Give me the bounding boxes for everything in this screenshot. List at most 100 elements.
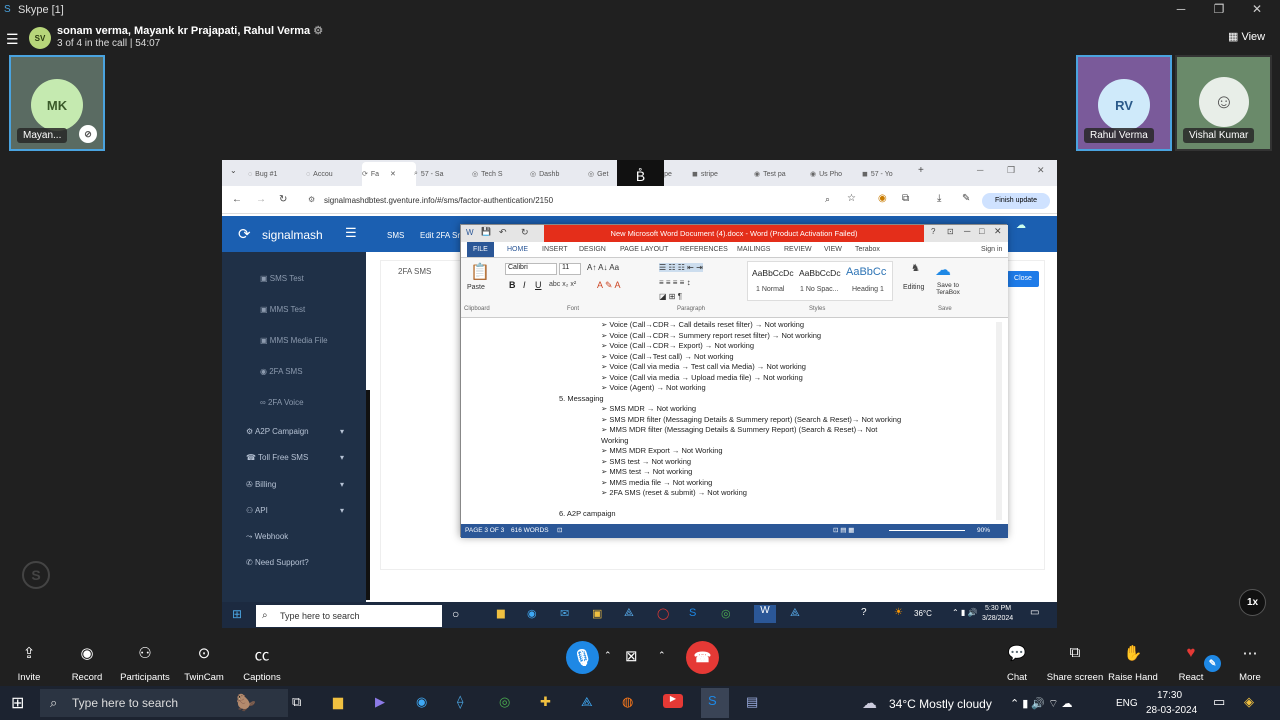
bookmark-star-icon[interactable]: ☆ xyxy=(847,193,856,204)
browser-tab[interactable]: ◼stripe xyxy=(692,164,746,184)
paste-button[interactable]: Paste xyxy=(467,284,485,291)
proofing-icon[interactable]: ⊡ xyxy=(557,526,562,534)
edge-taskbar-icon[interactable]: ◉ xyxy=(416,694,427,710)
zoom-slider[interactable] xyxy=(889,530,965,531)
video-options-icon[interactable]: ⌃ xyxy=(658,650,666,661)
word-close[interactable]: ✕ xyxy=(994,226,1002,237)
minimize-button[interactable]: ─ xyxy=(1166,2,1196,18)
align-icon[interactable]: ≡ ≡ ≡ ≡ ↕ xyxy=(659,278,691,287)
word-tab[interactable]: INSERT xyxy=(542,246,568,253)
word-taskbar-icon[interactable]: W xyxy=(754,605,776,623)
word-maximize[interactable]: □ xyxy=(979,226,984,236)
taskbar-search-box[interactable]: ⌕ Type here to search 🦫 xyxy=(40,689,288,717)
firefox-icon[interactable]: ◍ xyxy=(622,694,633,710)
font-color-icon[interactable]: A ✎ A xyxy=(597,280,621,291)
word-tab[interactable]: FILE xyxy=(467,242,494,257)
speed-badge[interactable]: 1x xyxy=(1239,589,1266,616)
editing-icon[interactable]: ♞ xyxy=(911,263,920,274)
terabox-cloud-icon[interactable]: ☁ xyxy=(935,260,951,280)
word-tab[interactable]: DESIGN xyxy=(579,246,606,253)
file-explorer-icon[interactable]: ▆ xyxy=(333,694,343,710)
ribbon-options-icon[interactable]: ⊡ xyxy=(947,227,954,236)
browser-tab[interactable]: ◌ Bug #1 xyxy=(248,164,302,184)
back-icon[interactable]: ← xyxy=(232,194,242,205)
explorer-icon[interactable]: ▆ xyxy=(497,608,505,619)
browser-close[interactable]: ✕ xyxy=(1037,165,1045,176)
inner-search-box[interactable]: ⌕ Type here to search xyxy=(256,605,442,627)
sidebar-item[interactable]: ⚇ API ▾ xyxy=(246,506,344,515)
paste-icon[interactable]: 📋 xyxy=(470,262,490,282)
browser-tab[interactable]: ◉ Us Pho xyxy=(810,164,864,184)
participant-tile-vishal[interactable]: ☺ Vishal Kumar xyxy=(1175,55,1272,151)
extensions-puzzle-icon[interactable]: ⧉ xyxy=(902,193,909,204)
undo-icon[interactable]: ↶ xyxy=(499,227,507,238)
zoom-icon[interactable]: ⌕ xyxy=(825,194,830,205)
media-icon[interactable]: ▶ xyxy=(375,694,385,710)
browser-tab[interactable]: ⟳ Fa ✕ xyxy=(362,162,416,186)
more-button[interactable]: More xyxy=(1215,672,1280,683)
youtube-icon[interactable]: ▶ xyxy=(663,694,683,708)
sign-in-link[interactable]: Sign in xyxy=(981,246,1002,253)
chrome-taskbar-icon[interactable]: ◎ xyxy=(499,694,510,710)
edge-icon[interactable]: ◉ xyxy=(527,607,537,620)
task-view-icon[interactable]: ⧉ xyxy=(292,694,301,710)
hamburger-menu-icon[interactable]: ☰ xyxy=(6,31,19,48)
menu-toggle-icon[interactable]: ☰ xyxy=(345,225,357,241)
forward-icon[interactable]: → xyxy=(256,194,266,205)
copilot-icon[interactable]: ◈ xyxy=(1244,694,1254,710)
close-window-button[interactable]: ✕ xyxy=(1242,2,1272,18)
sidebar-item[interactable]: ▣ MMS Test xyxy=(260,305,305,314)
word-minimize[interactable]: ─ xyxy=(964,226,970,236)
store-icon[interactable]: ▣ xyxy=(592,607,602,620)
browser-tab[interactable]: ⌕ 57 - Sa xyxy=(414,164,468,184)
tab-close-icon[interactable]: ✕ xyxy=(390,170,396,178)
sidebar-item[interactable]: ⚙ A2P Campaign ▾ xyxy=(246,427,344,436)
bold-button[interactable]: B xyxy=(509,280,516,290)
microphone-button[interactable]: 🎙 xyxy=(566,641,599,674)
bullets-icon[interactable]: ☰ ☷ ☷ ⇤ ⇥ xyxy=(659,263,703,272)
finish-update-button[interactable]: Finish update xyxy=(982,193,1050,209)
shading-icon[interactable]: ◪ ⊞ ¶ xyxy=(659,292,682,301)
sidebar-item[interactable]: ✇ Billing ▾ xyxy=(246,480,344,489)
end-call-button[interactable]: ☎ xyxy=(686,641,719,674)
participant-tile-mayank[interactable]: MK Mayan... ⊘ xyxy=(9,55,105,151)
sidebar-item[interactable]: ⤳ Webhook xyxy=(246,532,288,542)
start-icon[interactable]: ⊞ xyxy=(11,693,24,713)
browser-tab[interactable]: ◼ 57 - Yo xyxy=(862,164,916,184)
word-tab[interactable]: MAILINGS xyxy=(737,246,770,253)
captions-button[interactable]: Captions xyxy=(227,672,297,683)
participant-names[interactable]: sonam verma, Mayank kr Prajapati, Rahul … xyxy=(57,24,323,37)
save-to-terabox-button[interactable]: Save to TeraBox xyxy=(931,282,965,296)
sidebar-item[interactable]: ▣ SMS Test xyxy=(260,274,304,283)
word-tab[interactable]: HOME xyxy=(507,246,528,253)
language-indicator[interactable]: ENG xyxy=(1116,698,1138,709)
doc-scrollbar[interactable] xyxy=(996,322,1002,520)
captions-icon[interactable]: ㏄ xyxy=(227,644,297,665)
strikethrough-icon[interactable]: abc x₂ x² xyxy=(549,281,576,288)
notepad-icon[interactable]: ▤ xyxy=(746,694,758,710)
video-off-icon[interactable]: ⊠ xyxy=(625,647,638,665)
signalmash-logo[interactable]: ⟳ signalmash ☰ xyxy=(222,216,366,252)
app-taskbar-icon[interactable]: ⟠ xyxy=(457,694,463,710)
cortana-icon[interactable]: ○ xyxy=(452,607,459,621)
anydesk-icon[interactable]: ⟁ xyxy=(790,607,800,620)
opera-icon[interactable]: ◯ xyxy=(657,607,669,620)
anydesk-taskbar-icon[interactable]: ⟁ xyxy=(581,694,593,710)
participant-tile-rahul[interactable]: RV Rahul Verma xyxy=(1076,55,1172,151)
new-tab-icon[interactable]: + xyxy=(918,165,924,176)
inner-start-icon[interactable]: ⊞ xyxy=(232,607,242,621)
mail-icon[interactable]: ✉ xyxy=(560,607,569,620)
site-info-icon[interactable]: ⚙ xyxy=(308,195,315,204)
game-icon[interactable]: ✚ xyxy=(540,694,551,710)
sidebar-item[interactable]: ✆ Need Support? xyxy=(246,558,309,567)
settings-gear-icon[interactable]: ⚙ xyxy=(313,25,323,37)
url-input[interactable]: signalmashdbtest.gventure.info/#/sms/fac… xyxy=(324,196,553,205)
editing-button[interactable]: Editing xyxy=(903,284,924,291)
font-size-select[interactable]: 11 xyxy=(559,263,581,275)
help-icon[interactable]: ? xyxy=(931,227,935,236)
browser-tab[interactable]: ◌ Accou xyxy=(306,164,360,184)
sidebar-item[interactable]: ◉ 2FA SMS xyxy=(260,367,303,376)
browser-tab[interactable]: ◉ Test pa xyxy=(754,164,808,184)
chrome-icon[interactable]: ◎ xyxy=(721,607,731,620)
scrollbar[interactable] xyxy=(366,390,370,600)
